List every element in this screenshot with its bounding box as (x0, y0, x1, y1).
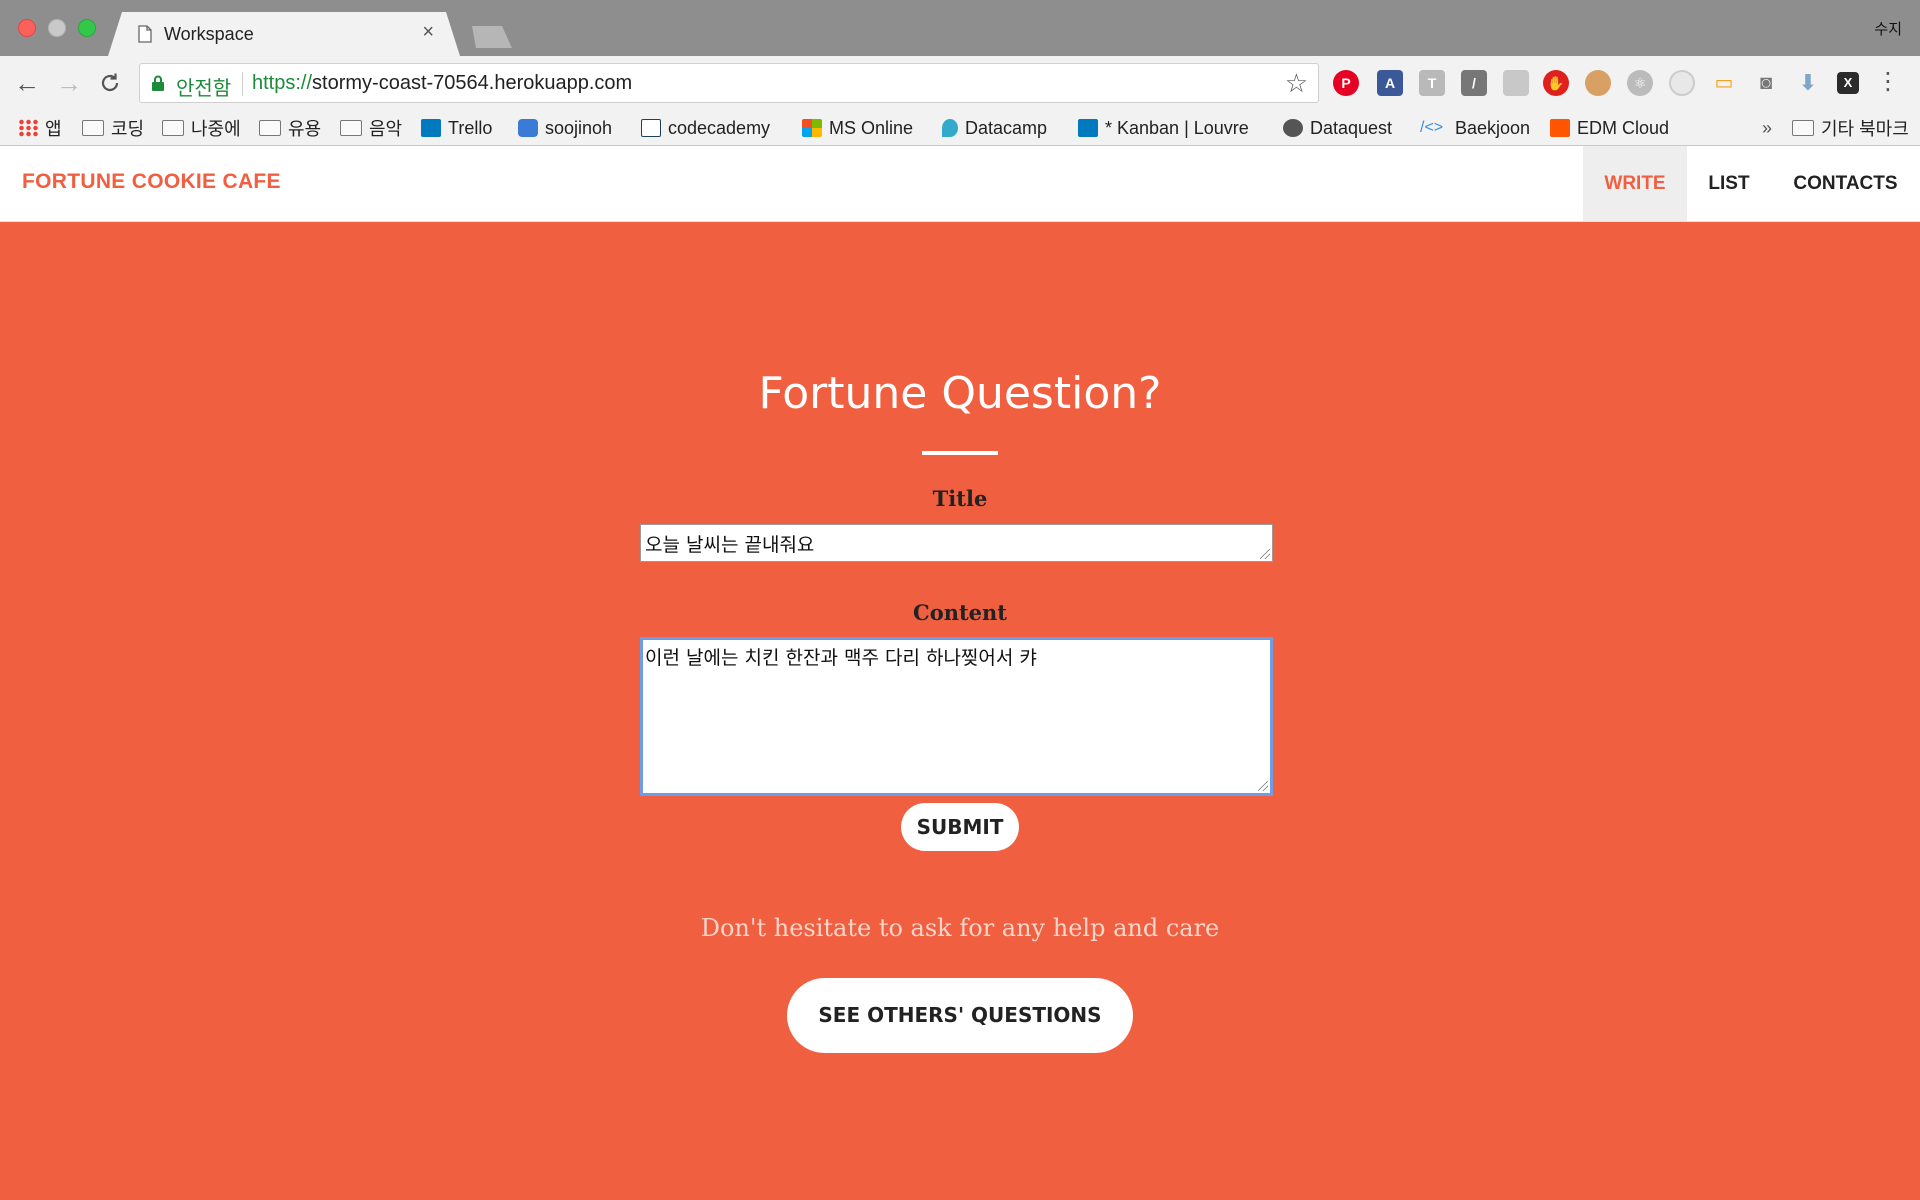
download-extension-icon[interactable]: ⬇ (1795, 70, 1821, 96)
folder-icon (340, 120, 362, 136)
help-tagline: Don't hesitate to ask for any help and c… (700, 914, 1220, 942)
address-bar[interactable]: 안전함 https://stormy-coast-70564.herokuapp… (139, 63, 1319, 103)
browser-tab[interactable]: Workspace × (108, 12, 460, 56)
bookmarks-bar: 앱 코딩 나중에 유용 음악 Trello soojinoh codecadem… (0, 110, 1920, 146)
text-extension-icon[interactable]: T (1419, 70, 1445, 96)
other-bookmarks-folder[interactable]: 기타 북마크 (1792, 114, 1909, 142)
address-separator (242, 72, 243, 96)
close-window-button[interactable] (18, 19, 36, 37)
folder-icon (1792, 120, 1814, 136)
trello-icon (1078, 119, 1098, 137)
folder-icon (82, 120, 104, 136)
back-arrow-icon[interactable]: ← (14, 68, 40, 98)
bookmark-apps[interactable]: 앱 (18, 114, 62, 142)
bookmark-label: Baekjoon (1455, 117, 1531, 138)
content-textarea[interactable]: 이런 날에는 치킨 한잔과 맥주 다리 하나찢어서 캬 (640, 637, 1273, 796)
bookmark-label: codecademy (668, 117, 771, 138)
folder-extension-icon[interactable]: ▭ (1711, 70, 1737, 96)
bookmark-label: 음악 (369, 119, 403, 139)
bookmark-codecademy[interactable]: codecademy (641, 114, 770, 142)
datacamp-icon (942, 119, 958, 137)
site-brand[interactable]: FORTUNE COOKIE CAFE (22, 170, 281, 194)
bookmark-label: 나중에 (191, 119, 241, 139)
x-extension-icon[interactable]: X (1837, 72, 1859, 94)
url-scheme: https:// (252, 72, 313, 94)
bookmark-baekjoon[interactable]: /<> Baekjoon (1420, 114, 1530, 142)
codecademy-icon (641, 119, 661, 137)
submit-button[interactable]: SUBMIT (901, 803, 1019, 851)
bookmark-label: 기타 북마크 (1821, 119, 1909, 139)
nav-write[interactable]: WRITE (1583, 146, 1687, 221)
bookmark-label: 앱 (45, 119, 62, 139)
camera-extension-icon[interactable]: ◙ (1753, 70, 1779, 96)
circle-extension-icon[interactable] (1669, 70, 1695, 96)
title-divider (922, 451, 998, 455)
apps-grid-icon (18, 119, 38, 137)
bookmark-soojinoh[interactable]: soojinoh (518, 114, 612, 142)
url-host: stormy-coast-70564.herokuapp.com (312, 72, 633, 94)
title-label: Title (932, 486, 988, 511)
tab-close-icon[interactable]: × (422, 22, 434, 42)
content-label: Content (912, 600, 1008, 625)
site-navbar: FORTUNE COOKIE CAFE WRITE LIST CONTACTS (0, 146, 1920, 222)
bookmark-dataquest[interactable]: Dataquest (1283, 114, 1392, 142)
lock-icon (152, 75, 164, 91)
document-icon (138, 25, 152, 43)
react-extension-icon[interactable]: ⚛ (1627, 70, 1653, 96)
see-others-questions-button[interactable]: SEE OTHERS' QUESTIONS (787, 978, 1133, 1053)
cloud-icon (518, 119, 538, 137)
bookmark-label: EDM Cloud (1577, 117, 1670, 138)
browser-toolbar: ← → 안전함 https://stormy-coast-70564.herok… (0, 56, 1920, 110)
bookmark-label: Datacamp (965, 117, 1048, 138)
resize-grip-icon[interactable] (1260, 549, 1270, 559)
page-title: Fortune Question? (758, 368, 1162, 419)
profile-name[interactable]: 수지 (1874, 18, 1902, 39)
bookmark-label: soojinoh (545, 117, 613, 138)
folder-icon (259, 120, 281, 136)
bookmark-folder-later[interactable]: 나중에 (162, 114, 241, 142)
translate-extension-icon[interactable]: A (1377, 70, 1403, 96)
secure-label: 안전함 (176, 78, 232, 100)
title-input[interactable]: 오늘 날씨는 끝내줘요 (640, 524, 1273, 562)
avatar-extension-icon[interactable] (1585, 70, 1611, 96)
bookmark-label: Trello (448, 117, 493, 138)
microsoft-icon (802, 119, 822, 137)
bookmark-folder-useful[interactable]: 유용 (259, 114, 321, 142)
minimize-window-button[interactable] (48, 19, 66, 37)
bookmark-label: * Kanban | Louvre (1105, 117, 1249, 138)
dataquest-icon (1283, 119, 1303, 137)
maximize-window-button[interactable] (78, 19, 96, 37)
pinterest-extension-icon[interactable]: P (1333, 70, 1359, 96)
bookmark-datacamp[interactable]: Datacamp (942, 114, 1047, 142)
bookmark-folder-music[interactable]: 음악 (340, 114, 402, 142)
trello-icon (421, 119, 441, 137)
bookmark-label: 코딩 (111, 119, 145, 139)
new-tab-button[interactable] (466, 26, 512, 48)
bookmark-label: 유용 (288, 119, 322, 139)
browser-titlebar: Workspace × 수지 (0, 0, 1920, 56)
bookmark-label: MS Online (829, 117, 914, 138)
bookmark-trello[interactable]: Trello (421, 114, 492, 142)
folder-icon (162, 120, 184, 136)
bookmark-label: Dataquest (1310, 117, 1393, 138)
bookmark-ms-online[interactable]: MS Online (802, 114, 913, 142)
reload-icon[interactable] (98, 71, 122, 95)
code-brackets-icon: /<> (1420, 119, 1444, 136)
nav-contacts[interactable]: CONTACTS (1771, 146, 1920, 221)
adblock-extension-icon[interactable]: ✋ (1543, 70, 1569, 96)
bookmark-kanban-louvre[interactable]: * Kanban | Louvre (1078, 114, 1249, 142)
more-bookmarks-icon[interactable]: » (1762, 118, 1772, 139)
barcode-extension-icon[interactable] (1503, 70, 1529, 96)
nav-list[interactable]: LIST (1687, 146, 1771, 221)
tab-title: Workspace (164, 24, 254, 44)
forward-arrow-icon[interactable]: → (56, 68, 82, 98)
eyedropper-extension-icon[interactable]: / (1461, 70, 1487, 96)
browser-menu-icon[interactable]: ⋮ (1876, 68, 1900, 96)
bookmark-edm-cloud[interactable]: EDM Cloud (1550, 114, 1669, 142)
bookmark-folder-coding[interactable]: 코딩 (82, 114, 144, 142)
url-text[interactable]: https://stormy-coast-70564.herokuapp.com (252, 72, 632, 95)
soundcloud-icon (1550, 119, 1570, 137)
bookmark-star-icon[interactable]: ☆ (1285, 68, 1308, 98)
resize-grip-icon[interactable] (1258, 781, 1268, 791)
